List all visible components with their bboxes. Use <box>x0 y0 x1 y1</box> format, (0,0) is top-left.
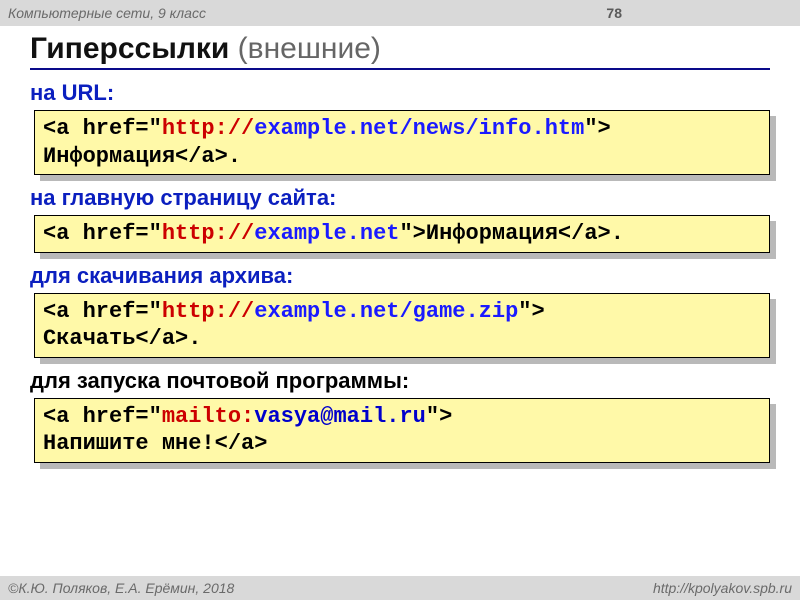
title-main: Гиперссылки <box>30 32 229 65</box>
page-number: 78 <box>606 5 792 21</box>
footer-copyright: ©К.Ю. Поляков, Е.А. Ерёмин, 2018 <box>8 580 234 596</box>
code-box: <a href="http://example.net">Информация<… <box>34 215 770 253</box>
footer-url: http://kpolyakov.spb.ru <box>653 580 792 596</box>
section-label-3: для запуска почтовой программы: <box>30 368 770 394</box>
code-box: <a href="http://example.net/news/info.ht… <box>34 110 770 175</box>
code-token: http:// <box>162 221 254 246</box>
code-example-2: <a href="http://example.net/game.zip"> С… <box>34 293 770 358</box>
code-token: http:// <box>162 116 254 141</box>
section-label-1: на главную страницу сайта: <box>30 185 770 211</box>
code-token: mailto: <box>162 404 254 429</box>
code-token: example.net/news/info.htm <box>254 116 584 141</box>
header-bar: Компьютерные сети, 9 класс 78 <box>0 0 800 26</box>
course-title: Компьютерные сети, 9 класс <box>8 5 206 21</box>
code-box: <a href="http://example.net/game.zip"> С… <box>34 293 770 358</box>
footer-bar: ©К.Ю. Поляков, Е.А. Ерёмин, 2018 http://… <box>0 576 800 600</box>
code-example-1: <a href="http://example.net">Информация<… <box>34 215 770 253</box>
title-sub: (внешние) <box>229 32 381 65</box>
code-example-0: <a href="http://example.net/news/info.ht… <box>34 110 770 175</box>
section-label-2: для скачивания архива: <box>30 263 770 289</box>
section-label-0: на URL: <box>30 80 770 106</box>
code-token: example.net <box>254 221 399 246</box>
code-example-3: <a href="mailto:vasya@mail.ru"> Напишите… <box>34 398 770 463</box>
code-token: http:// <box>162 299 254 324</box>
code-token: <a href=" <box>43 116 162 141</box>
code-token: example.net/game.zip <box>254 299 518 324</box>
code-token: vasya@mail.ru <box>254 404 426 429</box>
code-token: <a href=" <box>43 299 162 324</box>
title-row: Гиперссылки (внешние) <box>30 32 770 70</box>
code-token: <a href=" <box>43 221 162 246</box>
code-box: <a href="mailto:vasya@mail.ru"> Напишите… <box>34 398 770 463</box>
code-token: ">Информация</a>. <box>399 221 623 246</box>
code-token: <a href=" <box>43 404 162 429</box>
slide-content: Гиперссылки (внешние) на URL:<a href="ht… <box>0 26 800 463</box>
